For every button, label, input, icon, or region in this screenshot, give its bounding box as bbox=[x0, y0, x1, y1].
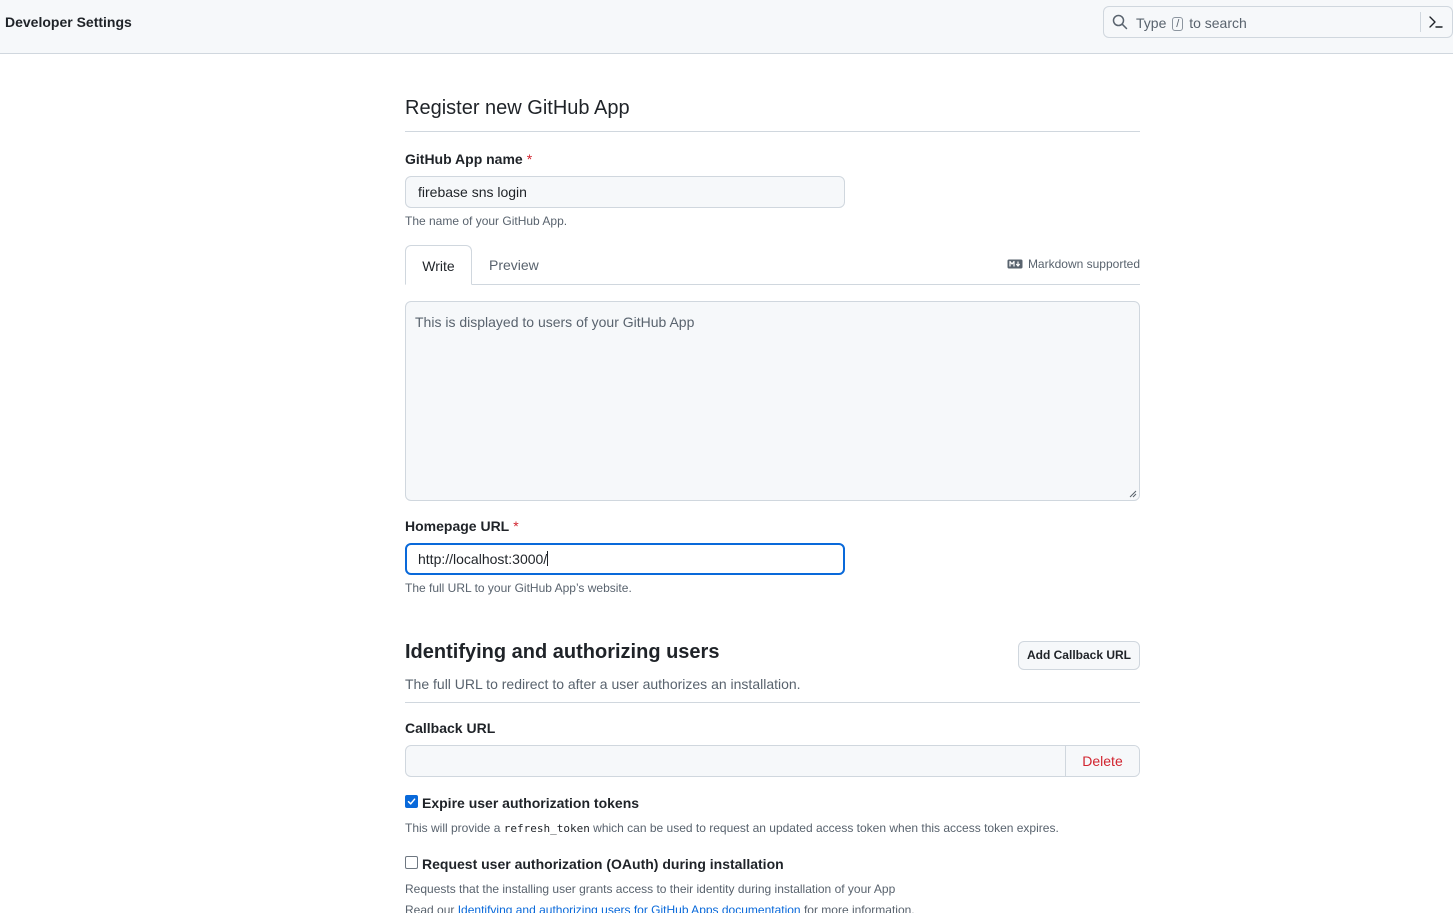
page-title: Register new GitHub App bbox=[405, 97, 630, 119]
app-name-label-text: GitHub App name bbox=[405, 151, 523, 167]
search-shortcut-key: / bbox=[1172, 17, 1184, 31]
search-icon bbox=[1112, 14, 1128, 30]
refresh-token-code: refresh_token bbox=[503, 822, 590, 835]
search-suffix: to search bbox=[1189, 15, 1247, 31]
identifying-section-title: Identifying and authorizing users bbox=[405, 641, 720, 663]
homepage-url-input[interactable]: http://localhost:3000/ bbox=[405, 543, 845, 575]
tab-write[interactable]: Write bbox=[405, 245, 472, 285]
delete-callback-button[interactable]: Delete bbox=[1065, 746, 1139, 776]
checkmark-icon bbox=[407, 798, 416, 805]
title-divider bbox=[405, 131, 1140, 132]
expire-note-after: which can be used to request an updated … bbox=[593, 821, 1059, 835]
resize-grip-icon[interactable] bbox=[1129, 490, 1137, 498]
add-callback-url-button[interactable]: Add Callback URL bbox=[1018, 641, 1140, 670]
homepage-url-note: The full URL to your GitHub App’s websit… bbox=[405, 581, 632, 595]
request-oauth-label[interactable]: Request user authorization (OAuth) durin… bbox=[422, 856, 784, 872]
request-oauth-checkbox[interactable] bbox=[405, 856, 418, 869]
homepage-url-label: Homepage URL * bbox=[405, 518, 519, 534]
header-title: Developer Settings bbox=[5, 14, 132, 30]
search-placeholder: Type / to search bbox=[1136, 15, 1247, 31]
required-mark: * bbox=[513, 518, 519, 534]
expire-note-before: This will provide a bbox=[405, 821, 501, 835]
markdown-icon bbox=[1007, 259, 1023, 269]
identifying-section-description: The full URL to redirect to after a user… bbox=[405, 676, 801, 692]
app-name-input[interactable]: firebase sns login bbox=[405, 176, 845, 208]
description-placeholder: This is displayed to users of your GitHu… bbox=[415, 314, 695, 330]
expire-tokens-label[interactable]: Expire user authorization tokens bbox=[422, 795, 639, 811]
description-textarea[interactable]: This is displayed to users of your GitHu… bbox=[405, 301, 1140, 501]
tab-preview[interactable]: Preview bbox=[489, 245, 539, 285]
callback-url-group: Delete bbox=[405, 745, 1140, 777]
search-divider bbox=[1420, 12, 1421, 32]
section-divider bbox=[405, 702, 1140, 703]
request-oauth-read-more: Read our Identifying and authorizing use… bbox=[405, 903, 915, 913]
callback-url-label: Callback URL bbox=[405, 720, 496, 736]
app-name-label: GitHub App name * bbox=[405, 151, 532, 167]
expire-tokens-note: This will provide a refresh_token which … bbox=[405, 821, 1059, 835]
text-caret bbox=[547, 551, 549, 566]
markdown-supported[interactable]: Markdown supported bbox=[1007, 257, 1140, 271]
top-header: Developer Settings Type / to search bbox=[0, 0, 1453, 54]
expire-tokens-checkbox[interactable] bbox=[405, 795, 418, 808]
search-prefix: Type bbox=[1136, 15, 1167, 31]
documentation-link[interactable]: Identifying and authorizing users for Gi… bbox=[458, 903, 801, 913]
app-name-note: The name of your GitHub App. bbox=[405, 214, 568, 228]
homepage-url-label-text: Homepage URL bbox=[405, 518, 510, 534]
read-more-suffix: for more information. bbox=[803, 903, 915, 913]
request-oauth-note: Requests that the installing user grants… bbox=[405, 882, 896, 896]
markdown-supported-label: Markdown supported bbox=[1027, 257, 1140, 271]
command-palette-icon[interactable] bbox=[1428, 14, 1444, 30]
read-more-prefix: Read our bbox=[405, 903, 455, 913]
search-input[interactable]: Type / to search bbox=[1103, 6, 1453, 38]
homepage-url-value: http://localhost:3000/ bbox=[418, 551, 548, 567]
callback-url-input[interactable] bbox=[406, 746, 1066, 776]
required-mark: * bbox=[526, 151, 533, 167]
